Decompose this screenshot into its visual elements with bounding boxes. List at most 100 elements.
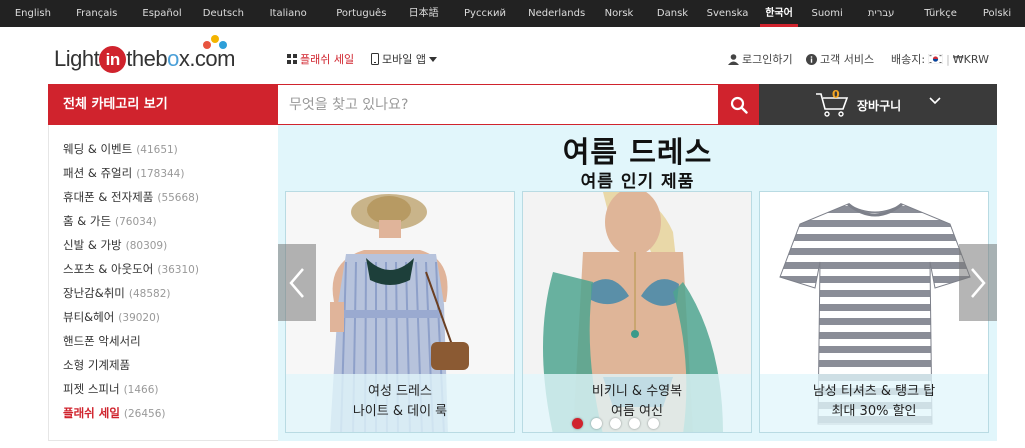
promo-card-title: 비키니 & 수영복 [591, 384, 683, 399]
language-item[interactable]: 日本語 [397, 0, 451, 27]
carousel-next-button[interactable] [959, 244, 997, 321]
customer-service-link[interactable]: 고객 서비스 [806, 51, 874, 67]
category-label: 휴대폰 & 전자제품 [63, 190, 154, 204]
header-separator: | [946, 52, 950, 66]
language-item[interactable]: English [0, 0, 66, 27]
language-item[interactable]: Français [66, 0, 128, 27]
language-list: English Français Español Deutsch Italiano Por… [0, 0, 1025, 27]
search-icon [730, 96, 748, 114]
logo-dots-icon [201, 35, 231, 49]
category-label: 핸드폰 악세서리 [63, 334, 141, 348]
mobile-app-label: 모바일 앱 [382, 53, 426, 66]
all-categories-button[interactable]: 전체 카테고리 보기 [48, 84, 278, 125]
banner-title: 여름 드레스 [562, 135, 713, 169]
category-count: (76034) [115, 216, 157, 228]
cart-button[interactable]: 0 장바구니 [759, 84, 997, 125]
banner-subtitle: 여름 인기 제품 [580, 172, 695, 192]
carousel-dots [572, 418, 659, 429]
language-item[interactable]: Polski [969, 0, 1025, 27]
category-item[interactable]: 웨딩 & 이벤트 (41651) [49, 137, 278, 161]
mobile-app-link[interactable]: 모바일 앱 [371, 51, 437, 67]
language-item[interactable]: 한국어 [754, 0, 804, 27]
category-label: 소형 기계제품 [63, 358, 131, 372]
category-item[interactable]: 소형 기계제품 [49, 353, 278, 377]
category-count: (80309) [125, 240, 168, 252]
language-item[interactable]: עברית [850, 0, 912, 27]
language-item[interactable]: Türkçe [912, 0, 969, 27]
category-item[interactable]: 스포츠 & 아웃도어 (36310) [49, 257, 278, 281]
promo-card-caption: 여성 드레스 나이트 & 데이 룩 [286, 374, 514, 432]
grid-icon [287, 54, 297, 64]
category-label: 스포츠 & 아웃도어 [63, 262, 154, 276]
category-item[interactable]: 뷰티&헤어 (39020) [49, 305, 278, 329]
site-header: Light in thebox.com 플래쉬 세일 모바일 앱 로그인하기 고객 … [0, 27, 1025, 83]
promo-card-title: 남성 티셔츠 & 탱크 탑 [812, 384, 936, 399]
language-item[interactable]: Español [128, 0, 197, 27]
language-item[interactable]: Norsk [594, 0, 644, 27]
chevron-down-icon [929, 97, 941, 105]
category-count: (39020) [118, 312, 160, 324]
category-count: (36310) [157, 264, 199, 276]
language-item[interactable]: Deutsch [196, 0, 250, 27]
language-item[interactable]: Português [326, 0, 397, 27]
carousel-dot[interactable] [610, 418, 621, 429]
category-item[interactable]: 장난감&취미 (48582) [49, 281, 278, 305]
carousel-dot[interactable] [648, 418, 659, 429]
promo-card-tshirt[interactable]: 남성 티셔츠 & 탱크 탑 최대 30% 할인 [759, 191, 989, 433]
all-categories-label: 전체 카테고리 보기 [63, 97, 168, 112]
category-item[interactable]: 패션 & 쥬얼리 (178344) [49, 161, 278, 185]
promo-banner: 여름 드레스 여름 인기 제품 여성 드레스 나이트 & 데이 룩 비키니 & … [278, 125, 997, 441]
category-item[interactable]: 휴대폰 & 전자제품 (55668) [49, 185, 278, 209]
language-item[interactable]: Русский [451, 0, 520, 27]
promo-card-bikini[interactable]: 비키니 & 수영복 여름 여신 [522, 191, 752, 433]
category-count: (178344) [136, 168, 185, 180]
category-item[interactable]: 플래쉬 세일 (26456) [49, 401, 278, 425]
ship-to-selector[interactable]: 배송지: | ₩KRW [891, 51, 989, 67]
category-item[interactable]: 핸드폰 악세서리 [49, 329, 278, 353]
language-item[interactable]: Dansk [644, 0, 701, 27]
promo-card-subtitle: 나이트 & 데이 룩 [352, 404, 448, 419]
category-item[interactable]: 홈 & 가든 (76034) [49, 209, 278, 233]
promo-card-subtitle: 최대 30% 할인 [831, 404, 917, 419]
login-link[interactable]: 로그인하기 [728, 51, 793, 67]
user-icon [728, 53, 739, 65]
language-bar: English Français Español Deutsch Italiano Por… [0, 0, 1025, 27]
ship-to-label: 배송지: [891, 53, 926, 66]
search-button[interactable] [718, 84, 759, 125]
language-item[interactable]: Nederlands [519, 0, 594, 27]
category-label: 패션 & 쥬얼리 [63, 166, 133, 180]
category-label: 장난감&취미 [63, 286, 125, 300]
category-label: 플래쉬 세일 [63, 406, 120, 420]
flash-sale-link[interactable]: 플래쉬 세일 [287, 51, 354, 67]
category-label: 웨딩 & 이벤트 [63, 142, 133, 156]
site-logo[interactable]: Light in thebox.com [54, 35, 235, 73]
language-item[interactable]: Italiano [250, 0, 326, 27]
category-item[interactable]: 신발 & 가방 (80309) [49, 233, 278, 257]
info-icon [806, 53, 817, 65]
currency-label: ₩KRW [952, 52, 989, 66]
cart-label: 장바구니 [857, 99, 902, 113]
cart-count: 0 [832, 88, 840, 101]
category-label: 뷰티&헤어 [63, 310, 115, 324]
chevron-right-icon [971, 267, 986, 298]
category-sidebar: 웨딩 & 이벤트 (41651) 패션 & 쥬얼리 (178344) 휴대폰 & 전자제… [48, 125, 278, 441]
category-count: (1466) [123, 384, 159, 396]
language-item[interactable]: Svenska [701, 0, 754, 27]
promo-card-dresses[interactable]: 여성 드레스 나이트 & 데이 룩 [285, 191, 515, 433]
login-label: 로그인하기 [742, 53, 793, 66]
chevron-left-icon [289, 267, 304, 298]
carousel-prev-button[interactable] [278, 244, 316, 321]
mobile-phone-icon [371, 53, 379, 65]
category-label: 신발 & 가방 [63, 238, 122, 252]
language-item[interactable]: Suomi [804, 0, 850, 27]
category-count: (41651) [136, 144, 178, 156]
korea-flag-icon [928, 54, 944, 64]
caret-down-icon [428, 56, 437, 62]
carousel-dot[interactable] [591, 418, 602, 429]
carousel-dot[interactable] [572, 418, 583, 429]
search-input[interactable] [278, 84, 718, 125]
carousel-dot[interactable] [629, 418, 640, 429]
category-item[interactable]: 피젯 스피너 (1466) [49, 377, 278, 401]
category-count: (26456) [123, 408, 166, 420]
category-label: 홈 & 가든 [63, 214, 112, 228]
